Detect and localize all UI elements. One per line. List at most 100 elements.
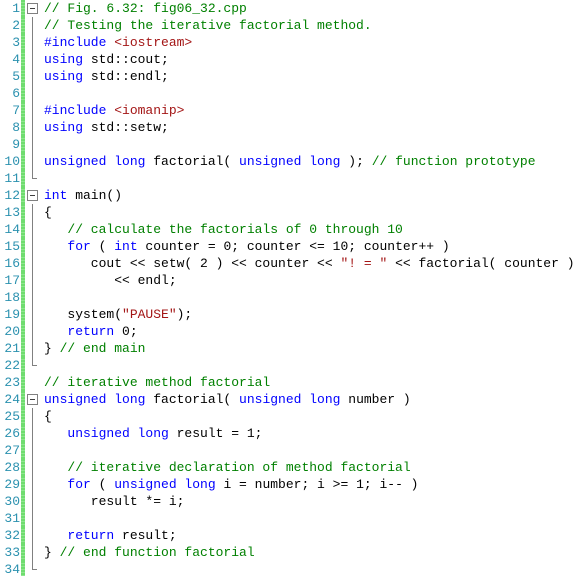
code-line[interactable]: 12 int main() [0,187,585,204]
code-line[interactable]: 14 // calculate the factorials of 0 thro… [0,221,585,238]
code-line[interactable]: 5 using std::endl; [0,68,585,85]
code-text[interactable] [41,561,585,576]
code-text[interactable] [41,85,585,102]
code-token-pl: cout << setw( 2 ) << counter << [44,256,341,271]
fold-minus-icon[interactable] [27,3,38,14]
code-text[interactable]: unsigned long factorial( unsigned long )… [41,153,585,170]
code-text[interactable]: } // end function factorial [41,544,585,561]
fold-guide-line [25,340,41,357]
code-text[interactable]: // Testing the iterative factorial metho… [41,17,585,34]
code-line[interactable]: 18 [0,289,585,306]
fold-minus-icon[interactable] [27,190,38,201]
code-text[interactable]: // iterative declaration of method facto… [41,459,585,476]
code-text[interactable] [41,510,585,527]
code-text[interactable]: { [41,204,585,221]
code-text[interactable]: return result; [41,527,585,544]
code-text[interactable]: system("PAUSE"); [41,306,585,323]
code-text[interactable]: // Fig. 6.32: fig06_32.cpp [41,0,585,17]
code-line[interactable]: 22 [0,357,585,374]
code-line[interactable]: 11 [0,170,585,187]
code-text[interactable]: cout << setw( 2 ) << counter << "! = " <… [41,255,585,272]
fold-minus-icon[interactable] [27,394,38,405]
code-line[interactable]: 27 [0,442,585,459]
code-text[interactable]: // calculate the factorials of 0 through… [41,221,585,238]
code-text[interactable]: << endl; [41,272,585,289]
fold-toggle-icon[interactable] [25,187,41,204]
code-line[interactable]: 8 using std::setw; [0,119,585,136]
code-text[interactable]: #include <iostream> [41,34,585,51]
code-text[interactable]: } // end main [41,340,585,357]
code-line[interactable]: 21} // end main [0,340,585,357]
line-number: 14 [4,222,20,237]
code-text[interactable]: int main() [41,187,585,204]
line-number: 4 [12,52,20,67]
code-text[interactable]: return 0; [41,323,585,340]
fold-end-marker-icon [25,170,41,187]
fold-toggle-icon[interactable] [25,0,41,17]
code-text[interactable]: using std::endl; [41,68,585,85]
code-line[interactable]: 9 [0,136,585,153]
code-line[interactable]: 32 return result; [0,527,585,544]
fold-end-bracket-icon [32,170,37,179]
code-token-str: "PAUSE" [122,307,177,322]
code-text[interactable] [41,357,585,374]
line-number: 33 [4,545,20,560]
code-line[interactable]: 16 cout << setw( 2 ) << counter << "! = … [0,255,585,272]
code-line[interactable]: 4 using std::cout; [0,51,585,68]
line-number: 19 [4,307,20,322]
code-token-inc: <iomanip> [114,103,185,118]
code-line[interactable]: 29 for ( unsigned long i = number; i >= … [0,476,585,493]
line-number: 23 [4,375,20,390]
code-line[interactable]: 25 { [0,408,585,425]
code-line[interactable]: 6 [0,85,585,102]
fold-guide-line [25,527,41,544]
code-line[interactable]: 19 system("PAUSE"); [0,306,585,323]
fold-guide-line [25,51,41,68]
fold-end-bracket-icon [32,357,37,366]
code-text[interactable]: using std::cout; [41,51,585,68]
code-line[interactable]: 33 } // end function factorial [0,544,585,561]
code-line[interactable]: 23 // iterative method factorial [0,374,585,391]
code-text[interactable]: result *= i; [41,493,585,510]
code-line[interactable]: 15 for ( int counter = 0; counter <= 10;… [0,238,585,255]
code-text[interactable] [41,136,585,153]
code-text[interactable]: for ( unsigned long i = number; i >= 1; … [41,476,585,493]
code-line[interactable]: 3 #include <iostream> [0,34,585,51]
code-text[interactable]: unsigned long result = 1; [41,425,585,442]
line-number: 31 [4,511,20,526]
code-text[interactable]: for ( int counter = 0; counter <= 10; co… [41,238,585,255]
code-line[interactable]: 26 unsigned long result = 1; [0,425,585,442]
code-line[interactable]: 31 [0,510,585,527]
code-line[interactable]: 30 result *= i; [0,493,585,510]
code-token-kw: return [67,324,115,339]
code-text[interactable]: unsigned long factorial( unsigned long n… [41,391,585,408]
code-line[interactable]: 13 { [0,204,585,221]
code-line[interactable]: 2 // Testing the iterative factorial meth… [0,17,585,34]
fold-toggle-icon[interactable] [25,391,41,408]
line-number: 28 [4,460,20,475]
code-text[interactable] [41,442,585,459]
code-line[interactable]: 1 // Fig. 6.32: fig06_32.cpp [0,0,585,17]
line-number: 18 [4,290,20,305]
code-token-pl: ); [340,154,372,169]
line-number: 25 [4,409,20,424]
code-token-pl: } [44,341,60,356]
code-line[interactable]: 10 unsigned long factorial( unsigned long… [0,153,585,170]
code-line[interactable]: 7 #include <iomanip> [0,102,585,119]
code-text[interactable] [41,289,585,306]
code-text[interactable]: using std::setw; [41,119,585,136]
code-line[interactable]: 28 // iterative declaration of method fa… [0,459,585,476]
code-line[interactable]: 24 unsigned long factorial( unsigned long… [0,391,585,408]
code-text[interactable]: // iterative method factorial [41,374,585,391]
line-number: 24 [4,392,20,407]
code-line[interactable]: 17 << endl; [0,272,585,289]
code-text[interactable]: { [41,408,585,425]
code-line[interactable]: 34 [0,561,585,576]
fold-guide-line [25,238,41,255]
code-token-pl: counter = 0; counter <= 10; counter++ ) [137,239,450,254]
code-text[interactable] [41,170,585,187]
code-line[interactable]: 20 return 0; [0,323,585,340]
code-text[interactable]: #include <iomanip> [41,102,585,119]
code-editor[interactable]: 1 // Fig. 6.32: fig06_32.cpp 2 // Testing t… [0,0,586,576]
